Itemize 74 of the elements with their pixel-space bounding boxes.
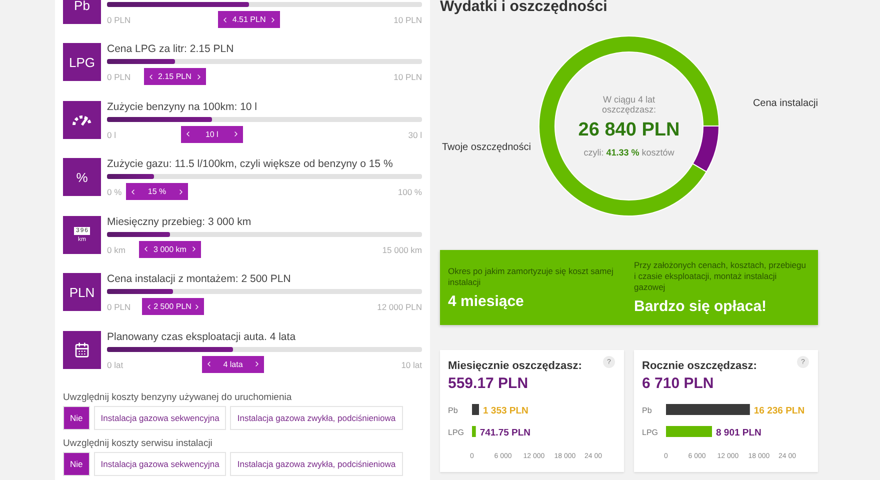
value-label: 1 353 PLN bbox=[483, 406, 528, 416]
value-label: 741.75 PLN bbox=[480, 428, 531, 438]
slider-label: Zużycie benzyny na 100km: 10 l bbox=[107, 100, 258, 115]
verdict-caption: Okres po jakim zamortyzuje się koszt samej instalacji bbox=[448, 266, 614, 288]
section-title: Wydatki i oszczędności bbox=[440, 0, 608, 16]
slider-track[interactable] bbox=[107, 289, 422, 294]
option-button[interactable]: Nie bbox=[63, 452, 90, 476]
category-label: Pb bbox=[642, 406, 652, 415]
min-label: 0 PLN bbox=[107, 72, 131, 82]
slider-handle[interactable]: 10 l bbox=[180, 126, 243, 143]
slider-track[interactable] bbox=[107, 2, 422, 7]
icon-tile: Pb bbox=[63, 0, 101, 24]
slider-label: Zużycie gazu: 11.5 l/100km, czyli większe od benzyny o 15 % bbox=[107, 158, 394, 172]
category-label: LPG bbox=[448, 428, 464, 437]
option-group-label: Uwzględnij koszty benzyny używanej do uruchomienia bbox=[63, 392, 293, 403]
slice-label: Twoje oszczędności bbox=[442, 142, 531, 153]
card-title: Rocznie oszczędzasz: bbox=[642, 360, 757, 372]
slider-handle[interactable]: 2.15 PLN bbox=[144, 68, 206, 86]
gauge-icon bbox=[63, 100, 101, 139]
share-text: czyli: 41.33 % kosztów bbox=[582, 148, 676, 158]
bar bbox=[472, 426, 476, 437]
slider-label: Planowany czas eksploatacji auta. 4 lata bbox=[107, 330, 297, 345]
max-label: 10 PLN bbox=[394, 15, 422, 25]
verdict-caption: Przy założonych cenach, kosztach, przebiegu i czasie eksploatacji, montaż instalacji gazowej bbox=[634, 260, 807, 294]
slider-track[interactable] bbox=[107, 174, 422, 180]
max-label: 10 lat bbox=[401, 360, 422, 370]
slider-label: Miesięczny przebieg: 3 000 km bbox=[107, 216, 252, 230]
center-caption: W ciągu 4 lat bbox=[602, 94, 656, 104]
option-group-label: Uwzględnij koszty serwisu instalacji bbox=[63, 438, 214, 449]
slider-track[interactable] bbox=[107, 116, 422, 122]
slider-track[interactable] bbox=[107, 346, 422, 352]
icon-tile: % bbox=[63, 158, 101, 196]
category-label: Pb bbox=[448, 406, 458, 415]
icon-tile: LPG bbox=[63, 43, 101, 82]
max-label: 100 % bbox=[398, 187, 422, 198]
center-caption: oszczędzasz: bbox=[600, 104, 658, 114]
card-amount: 6 710 PLN bbox=[642, 375, 715, 392]
value-label: 16 236 PLN bbox=[754, 406, 805, 416]
slider-track[interactable] bbox=[107, 232, 422, 237]
card-amount: 559.17 PLN bbox=[448, 375, 530, 392]
option-button[interactable]: Nie bbox=[63, 406, 90, 430]
max-label: 12 000 PLN bbox=[377, 302, 422, 312]
max-label: 30 l bbox=[408, 130, 422, 140]
max-label: 10 PLN bbox=[394, 72, 422, 82]
verdict-value: Bardzo się opłaca! bbox=[634, 298, 768, 316]
slider-handle[interactable]: 4 lata bbox=[202, 356, 264, 373]
slider-handle[interactable]: 15 % bbox=[126, 183, 188, 200]
bar bbox=[472, 404, 479, 415]
slider-label: Cena instalacji z montażem: 2 500 PLN bbox=[107, 273, 292, 288]
min-label: 0 % bbox=[107, 187, 122, 198]
slider-handle[interactable]: 4.51 PLN bbox=[218, 11, 280, 28]
option-button[interactable]: Instalacja gazowa sekwencyjna bbox=[94, 406, 226, 430]
min-label: 0 lat bbox=[107, 360, 124, 370]
bar bbox=[666, 426, 712, 437]
icon-tile: PLN bbox=[63, 273, 101, 312]
verdict-value: 4 miesiące bbox=[448, 292, 525, 310]
option-button[interactable]: Instalacja gazowa sekwencyjna bbox=[94, 452, 226, 476]
savings-amount: 26 840 PLN bbox=[578, 120, 680, 142]
calendar-icon bbox=[63, 330, 101, 369]
slider-label: Cena LPG za litr: 2.15 PLN bbox=[107, 43, 235, 58]
min-label: 0 PLN bbox=[107, 15, 131, 25]
slider-handle[interactable]: 3 000 km bbox=[139, 240, 201, 258]
min-label: 0 PLN bbox=[107, 302, 131, 312]
slider-track[interactable] bbox=[107, 59, 422, 64]
option-button[interactable]: Instalacja gazowa zwykła, podciśnieniowa bbox=[230, 452, 403, 476]
min-label: 0 l bbox=[107, 130, 116, 140]
max-label: 15 000 km bbox=[382, 244, 422, 255]
slice-label: Cena instalacji bbox=[752, 98, 818, 109]
option-button[interactable]: Instalacja gazowa zwykła, podciśnieniowa bbox=[230, 406, 403, 430]
category-label: LPG bbox=[642, 428, 658, 437]
min-label: 0 km bbox=[107, 244, 126, 255]
value-label: 8 901 PLN bbox=[716, 428, 762, 438]
card-title: Miesięcznie oszczędzasz: bbox=[448, 360, 582, 372]
slider-handle[interactable]: 2 500 PLN bbox=[142, 298, 204, 316]
